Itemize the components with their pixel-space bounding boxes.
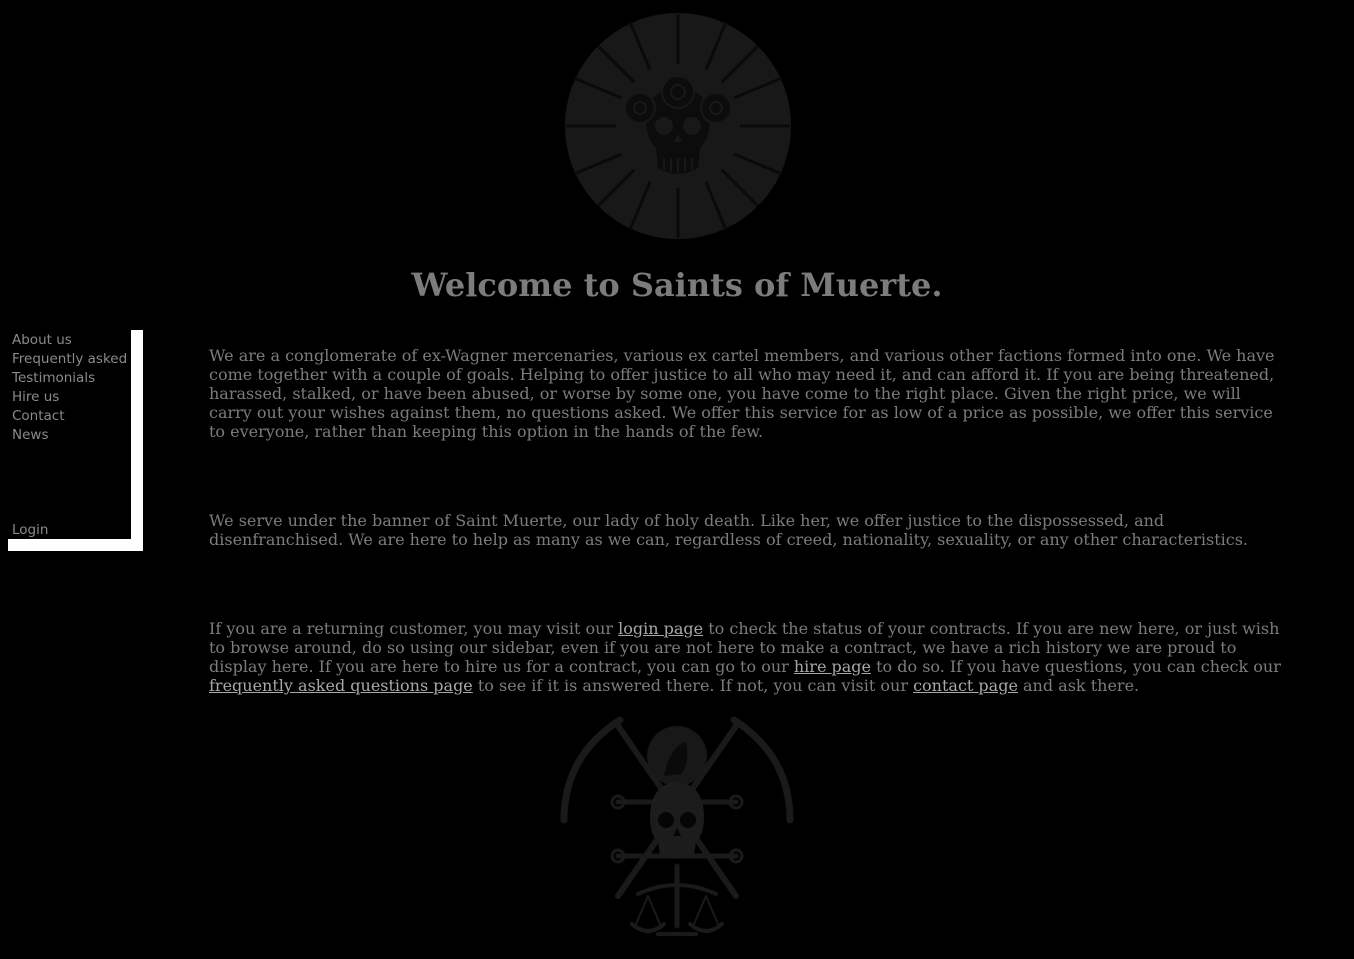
skull-scythes-scales-icon — [558, 716, 796, 940]
intro-paragraph: We are a conglomerate of ex-Wagner merce… — [209, 346, 1275, 441]
sidebar-item-about-us[interactable]: About us — [12, 331, 127, 350]
sidebar-item-news[interactable]: News — [12, 426, 127, 445]
sidebar: About us Frequently asked Testimonials H… — [8, 330, 143, 551]
paragraph-text: If you are a returning customer, you may… — [209, 619, 619, 638]
santa-muerte-logo-icon — [560, 8, 796, 244]
sidebar-item-hire-us[interactable]: Hire us — [12, 388, 127, 407]
login-page-link[interactable]: login page — [618, 619, 703, 638]
faq-page-link[interactable]: frequently asked questions page — [209, 676, 473, 695]
hire-page-link[interactable]: hire page — [794, 657, 871, 676]
sidebar-item-contact[interactable]: Contact — [12, 407, 127, 426]
sidebar-item-frequently-asked[interactable]: Frequently asked — [12, 350, 127, 369]
paragraph-text: to do so. If you have questions, you can… — [871, 657, 1281, 676]
sidebar-menu: About us Frequently asked Testimonials H… — [12, 331, 127, 445]
banner-paragraph: We serve under the banner of Saint Muert… — [209, 511, 1248, 549]
paragraph-text: and ask there. — [1017, 676, 1140, 695]
page-title: Welcome to Saints of Muerte. — [411, 266, 943, 304]
sidebar-item-testimonials[interactable]: Testimonials — [12, 369, 127, 388]
main-content: We are a conglomerate of ex-Wagner merce… — [209, 346, 1287, 695]
navigation-paragraph: If you are a returning customer, you may… — [209, 619, 1287, 695]
paragraph-text: to see if it is answered there. If not, … — [472, 676, 914, 695]
sidebar-item-login[interactable]: Login — [12, 521, 48, 540]
contact-page-link[interactable]: contact page — [913, 676, 1018, 695]
